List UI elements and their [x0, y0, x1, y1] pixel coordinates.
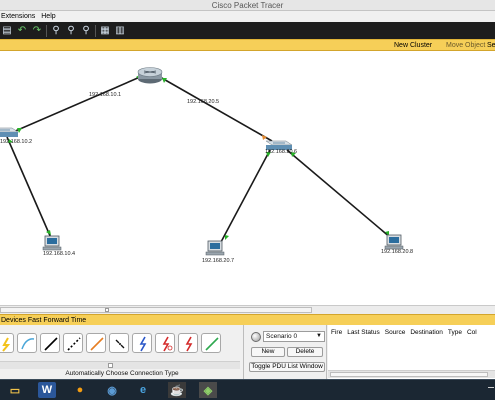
- word-icon[interactable]: W: [38, 382, 56, 398]
- packet-tracer-icon[interactable]: ◈: [199, 382, 217, 398]
- pc-icon[interactable]: [205, 240, 225, 256]
- link-right-switch-pc-20-7[interactable]: [220, 149, 271, 243]
- device-bar: Devices Fast Forward Time: [0, 314, 495, 325]
- zoom-reset-icon[interactable]: ⚲: [65, 25, 77, 37]
- link-router-right-switch[interactable]: [159, 76, 273, 142]
- device-bar-label: Devices Fast Forward Time: [1, 317, 87, 324]
- column-color[interactable]: Col: [467, 329, 477, 336]
- device-label: 192.168.20.6: [265, 149, 298, 155]
- link-label: 192.168.10.1: [89, 92, 122, 98]
- undo-icon[interactable]: ↶: [16, 25, 28, 37]
- pdu-list-header: Fire Last Status Source Destination Type…: [328, 329, 477, 336]
- port-light: [225, 235, 229, 240]
- column-destination[interactable]: Destination: [410, 329, 443, 336]
- chevron-down-icon: ▼: [316, 333, 322, 339]
- toolbar-separator: [46, 24, 47, 37]
- column-last-status[interactable]: Last Status: [347, 329, 380, 336]
- column-source[interactable]: Source: [385, 329, 406, 336]
- copper-straight-through-icon[interactable]: [40, 333, 60, 353]
- port-light: [262, 135, 267, 140]
- toggle-pdu-list-button[interactable]: Toggle PDU List Window: [249, 362, 325, 372]
- link-router-left-switch[interactable]: [12, 76, 141, 133]
- serial-dte-icon[interactable]: [178, 333, 198, 353]
- copper-cross-over-icon[interactable]: [63, 333, 83, 353]
- internet-explorer-icon[interactable]: e: [134, 382, 152, 398]
- zoom-out-icon[interactable]: ⚲: [80, 25, 92, 37]
- redo-icon[interactable]: ↷: [31, 25, 43, 37]
- scenario-panel: Scenario 0 ▼ New Delete Toggle PDU List …: [245, 325, 327, 379]
- scrollbar-grip[interactable]: [105, 308, 109, 312]
- menu-extensions[interactable]: Extensions: [0, 13, 40, 20]
- connections-panel: Automatically Choose Connection Type: [0, 325, 244, 379]
- scrollbar-grip[interactable]: [108, 363, 113, 368]
- new-cluster-button[interactable]: New Cluster: [394, 42, 432, 49]
- link-right-switch-pc-20-8[interactable]: [286, 149, 392, 239]
- router-icon[interactable]: [137, 67, 163, 84]
- firefox-icon[interactable]: ◉: [103, 382, 121, 398]
- tray-indicator: [488, 387, 494, 388]
- pc-icon[interactable]: [384, 234, 404, 250]
- windows-explorer-icon[interactable]: ▭: [6, 382, 24, 398]
- device-label: 192.168.10.4: [43, 251, 76, 257]
- pdu-list-scrollbar[interactable]: [328, 370, 495, 378]
- title-bar: Cisco Packet Tracer: [0, 0, 495, 11]
- link-label: 192.168.20.5: [187, 99, 220, 105]
- delete-scenario-button[interactable]: Delete: [287, 347, 323, 357]
- scenario-select-value: Scenario 0: [266, 333, 298, 340]
- fiber-icon[interactable]: [86, 333, 106, 353]
- scenario-info-icon[interactable]: [251, 332, 261, 342]
- octal-cable-icon[interactable]: [201, 333, 221, 353]
- pc-icon[interactable]: [42, 235, 62, 251]
- column-fire[interactable]: Fire: [331, 329, 342, 336]
- media-icon[interactable]: ●: [71, 382, 89, 398]
- window-title: Cisco Packet Tracer: [211, 1, 284, 10]
- console-cable-icon[interactable]: [17, 333, 37, 353]
- bottom-panel: Automatically Choose Connection Type Sce…: [0, 325, 495, 379]
- scrollbar-thumb[interactable]: [0, 307, 312, 313]
- link-left-switch-pc[interactable]: [6, 136, 52, 239]
- menu-bar: Extensions Help: [0, 11, 495, 22]
- pdu-list-panel: Fire Last Status Source Destination Type…: [328, 325, 495, 379]
- java-icon[interactable]: ☕: [168, 382, 186, 398]
- set-tiled-background-button[interactable]: Se: [487, 42, 495, 49]
- palette-icon[interactable]: ▦: [99, 25, 111, 37]
- serial-dce-icon[interactable]: [155, 333, 175, 353]
- logical-workspace[interactable]: 192.168.10.1 192.168.20.5 192.168.10.2 1…: [0, 51, 495, 305]
- new-scenario-button[interactable]: New: [251, 347, 285, 357]
- connection-type-list: [0, 333, 221, 353]
- auto-connection-icon[interactable]: [0, 333, 14, 353]
- connections-scrollbar[interactable]: [0, 361, 240, 369]
- device-label: 192.168.20.8: [381, 249, 414, 255]
- toolbar-separator: [95, 24, 96, 37]
- switch-icon[interactable]: [0, 127, 19, 137]
- topology-canvas: [0, 67, 404, 256]
- scrollbar-thumb[interactable]: [330, 372, 488, 377]
- zoom-in-icon[interactable]: ⚲: [50, 25, 62, 37]
- logical-workspace-bar: New Cluster Move Object Se: [0, 39, 495, 51]
- workspace-horizontal-scrollbar[interactable]: [0, 305, 495, 314]
- save-icon[interactable]: ▤: [1, 25, 13, 37]
- coaxial-cable-icon[interactable]: [132, 333, 152, 353]
- taskbar: ▭ W ● ◉ e ☕ ◈: [0, 379, 495, 400]
- device-label: 192.168.10.2: [0, 139, 33, 145]
- connection-type-label: Automatically Choose Connection Type: [65, 370, 179, 377]
- main-toolbar: ▤ ↶ ↷ ⚲ ⚲ ⚲ ▦ ▥: [0, 22, 495, 39]
- move-object-button[interactable]: Move Object: [446, 42, 485, 49]
- custom-device-icon[interactable]: ▥: [114, 25, 126, 37]
- scenario-select[interactable]: Scenario 0 ▼: [263, 331, 325, 342]
- column-type[interactable]: Type: [448, 329, 462, 336]
- menu-help[interactable]: Help: [40, 13, 60, 20]
- device-label: 192.168.20.7: [202, 258, 235, 264]
- phone-cable-icon[interactable]: [109, 333, 129, 353]
